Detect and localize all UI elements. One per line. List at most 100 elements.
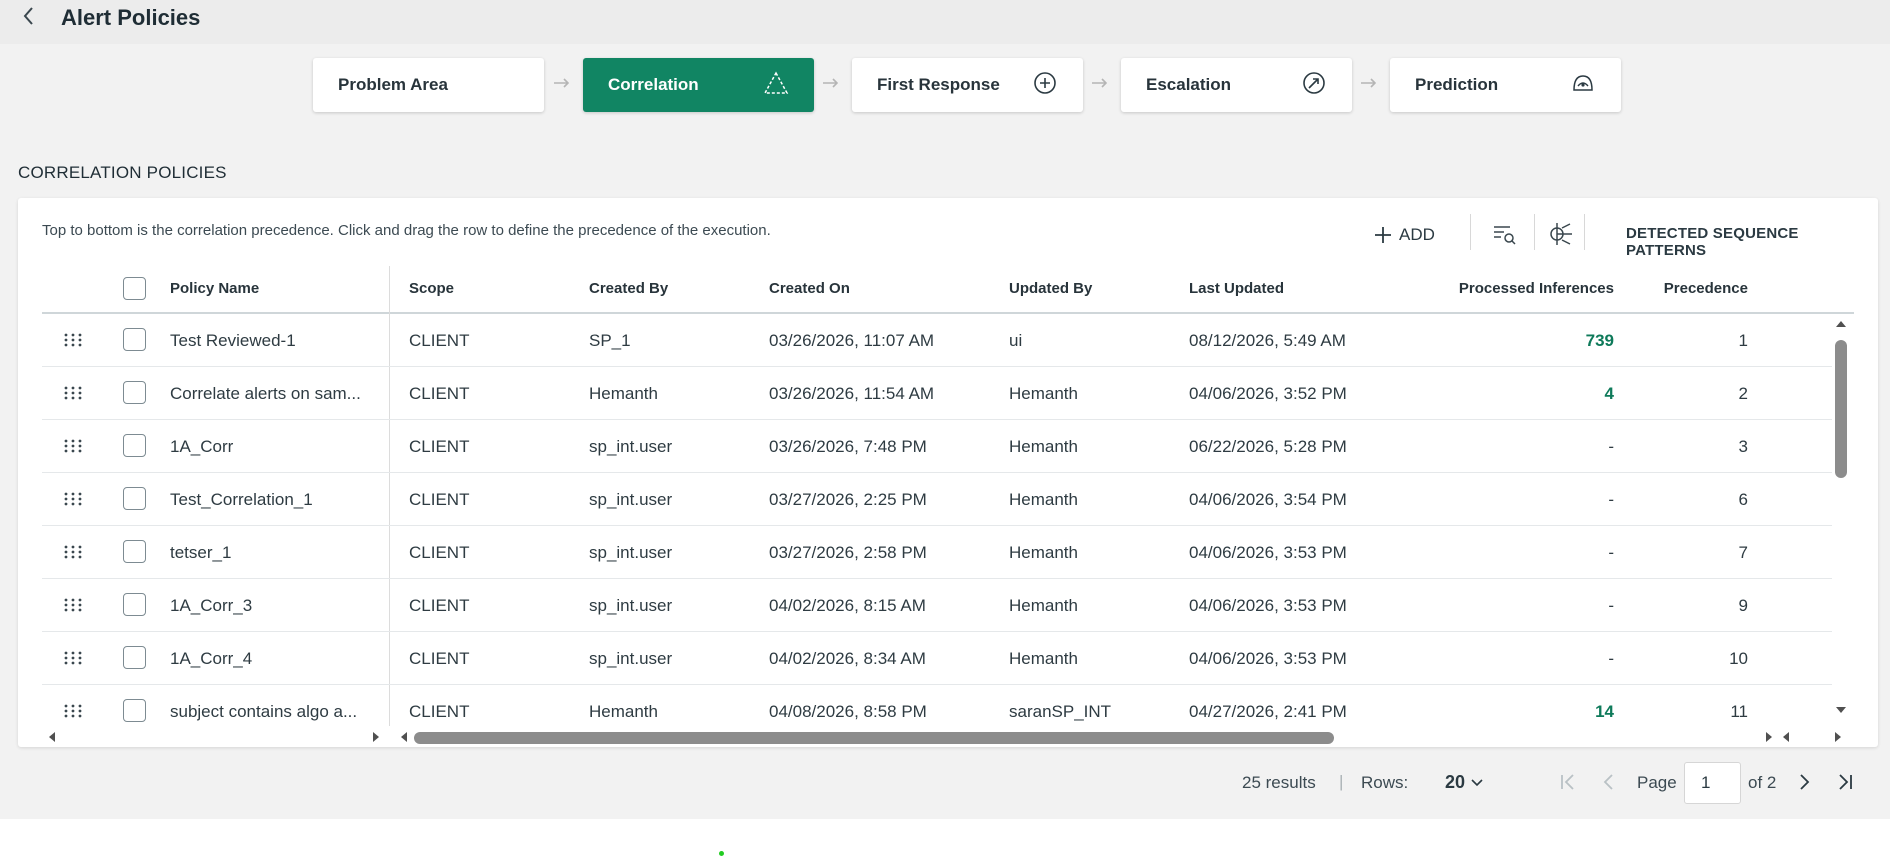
column-header-created-by[interactable]: Created By	[589, 280, 668, 297]
table-row[interactable]: 1A_Corr CLIENT sp_int.user 03/26/2026, 7…	[42, 420, 1832, 473]
select-all-checkbox[interactable]	[123, 277, 146, 300]
cell-updated-by: Hemanth	[1009, 596, 1078, 615]
rows-label: Rows:	[1361, 773, 1409, 792]
drag-handle-icon[interactable]	[63, 438, 83, 454]
last-page-icon[interactable]	[1833, 770, 1857, 794]
row-checkbox[interactable]	[123, 487, 146, 510]
cell-policy-name[interactable]: Test Reviewed-1	[170, 331, 296, 351]
triangle-icon	[763, 71, 789, 94]
cell-policy-name[interactable]: 1A_Corr_3	[170, 596, 252, 616]
table-row[interactable]: Correlate alerts on sam... CLIENT Hemant…	[42, 367, 1832, 420]
drag-handle-icon[interactable]	[63, 650, 83, 666]
add-button[interactable]: ADD	[1373, 222, 1435, 248]
column-header-processed-inferences[interactable]: Processed Inferences	[1422, 280, 1614, 297]
rows-per-page-select[interactable]: 20	[1445, 770, 1485, 794]
vertical-scrollbar[interactable]	[1831, 318, 1849, 716]
cell-created-by: sp_int.user	[589, 543, 673, 562]
row-checkbox[interactable]	[123, 328, 146, 351]
cell-policy-name[interactable]: subject contains algo a...	[170, 702, 357, 722]
rows-per-page-value: 20	[1445, 771, 1466, 792]
search-list-icon[interactable]	[1490, 220, 1518, 248]
app-shell: Alert Policies Problem Area Correlation …	[0, 0, 1890, 819]
frozen-horizontal-scrollbar[interactable]	[42, 728, 390, 746]
drag-handle-icon[interactable]	[63, 385, 83, 401]
cell-updated-by: Hemanth	[1009, 384, 1078, 403]
table-row[interactable]: Test Reviewed-1 CLIENT SP_1 03/26/2026, …	[42, 314, 1832, 367]
precedence-hint: Top to bottom is the correlation precede…	[42, 222, 771, 239]
column-header-precedence[interactable]: Precedence	[1642, 280, 1748, 297]
step-prediction[interactable]: Prediction	[1390, 58, 1621, 112]
row-checkbox[interactable]	[123, 434, 146, 457]
drag-handle-icon[interactable]	[63, 491, 83, 507]
scroll-left-icon[interactable]	[398, 731, 410, 743]
cell-processed-inferences[interactable]: 4	[1442, 384, 1614, 404]
column-header-created-on[interactable]: Created On	[769, 280, 850, 297]
previous-page-icon[interactable]	[1597, 770, 1621, 794]
cell-policy-name[interactable]: tetser_1	[170, 543, 231, 563]
toolbar-divider	[1584, 214, 1585, 250]
cell-precedence: 1	[1738, 331, 1748, 350]
drag-handle-icon[interactable]	[63, 703, 83, 719]
row-checkbox[interactable]	[123, 646, 146, 669]
drag-handle-icon[interactable]	[63, 332, 83, 348]
horizontal-scrollbar[interactable]	[396, 728, 1830, 746]
policies-card: Top to bottom is the correlation precede…	[18, 198, 1878, 747]
scroll-right-icon[interactable]	[1832, 731, 1844, 743]
first-page-icon[interactable]	[1556, 770, 1580, 794]
cell-processed-inferences[interactable]: 739	[1442, 331, 1614, 351]
plus-circle-icon	[1034, 72, 1056, 94]
scroll-left-icon[interactable]	[1780, 731, 1792, 743]
column-header-last-updated[interactable]: Last Updated	[1189, 280, 1284, 297]
right-horizontal-scrollbar[interactable]	[1776, 728, 1856, 746]
row-checkbox[interactable]	[123, 540, 146, 563]
status-dot	[719, 851, 724, 856]
prediction-icon	[1573, 75, 1593, 91]
cell-processed-inferences: -	[1608, 649, 1614, 668]
step-problem-area[interactable]: Problem Area	[313, 58, 544, 112]
table-row[interactable]: 1A_Corr_3 CLIENT sp_int.user 04/02/2026,…	[42, 579, 1832, 632]
vertical-scroll-thumb[interactable]	[1835, 340, 1847, 478]
sequence-pattern-icon[interactable]	[1548, 220, 1576, 248]
column-header-scope[interactable]: Scope	[409, 280, 454, 297]
scroll-left-icon[interactable]	[46, 731, 58, 743]
cell-created-by: sp_int.user	[589, 596, 673, 615]
table-body: Test Reviewed-1 CLIENT SP_1 03/26/2026, …	[42, 314, 1832, 728]
table-row[interactable]: tetser_1 CLIENT sp_int.user 03/27/2026, …	[42, 526, 1832, 579]
step-correlation[interactable]: Correlation	[583, 58, 814, 112]
table-row[interactable]: 1A_Corr_4 CLIENT sp_int.user 04/02/2026,…	[42, 632, 1832, 685]
column-header-policy-name[interactable]: Policy Name	[170, 280, 259, 297]
step-escalation[interactable]: Escalation	[1121, 58, 1352, 112]
detected-sequence-patterns-button[interactable]: DETECTED SEQUENCE PATTERNS	[1626, 225, 1878, 259]
page-number-input[interactable]	[1684, 762, 1741, 804]
cell-created-on: 03/27/2026, 2:58 PM	[769, 543, 927, 562]
scroll-down-icon[interactable]	[1835, 704, 1847, 716]
cell-precedence: 7	[1738, 543, 1748, 562]
next-page-icon[interactable]	[1792, 770, 1816, 794]
scroll-right-icon[interactable]	[370, 731, 382, 743]
cell-scope: CLIENT	[409, 437, 470, 456]
chevron-down-icon	[1471, 779, 1483, 787]
cell-processed-inferences[interactable]: 14	[1442, 702, 1614, 722]
cell-updated-by: Hemanth	[1009, 490, 1078, 509]
scroll-right-icon[interactable]	[1763, 731, 1775, 743]
horizontal-scroll-thumb[interactable]	[414, 732, 1334, 744]
cell-created-on: 04/02/2026, 8:15 AM	[769, 596, 926, 615]
cell-policy-name[interactable]: Correlate alerts on sam...	[170, 384, 361, 404]
arrow-right-icon	[554, 78, 570, 88]
row-checkbox[interactable]	[123, 699, 146, 722]
cell-created-on: 03/26/2026, 11:07 AM	[769, 331, 935, 350]
row-checkbox[interactable]	[123, 593, 146, 616]
table-row[interactable]: Test_Correlation_1 CLIENT sp_int.user 03…	[42, 473, 1832, 526]
back-button[interactable]	[18, 2, 40, 30]
cell-policy-name[interactable]: 1A_Corr	[170, 437, 233, 457]
column-header-updated-by[interactable]: Updated By	[1009, 280, 1092, 297]
step-first-response[interactable]: First Response	[852, 58, 1083, 112]
drag-handle-icon[interactable]	[63, 597, 83, 613]
scroll-up-icon[interactable]	[1835, 318, 1847, 330]
row-checkbox[interactable]	[123, 381, 146, 404]
step-label: Correlation	[608, 75, 699, 94]
cell-policy-name[interactable]: 1A_Corr_4	[170, 649, 252, 669]
cell-policy-name[interactable]: Test_Correlation_1	[170, 490, 313, 510]
drag-handle-icon[interactable]	[63, 544, 83, 560]
table-row[interactable]: subject contains algo a... CLIENT Hemant…	[42, 685, 1832, 728]
